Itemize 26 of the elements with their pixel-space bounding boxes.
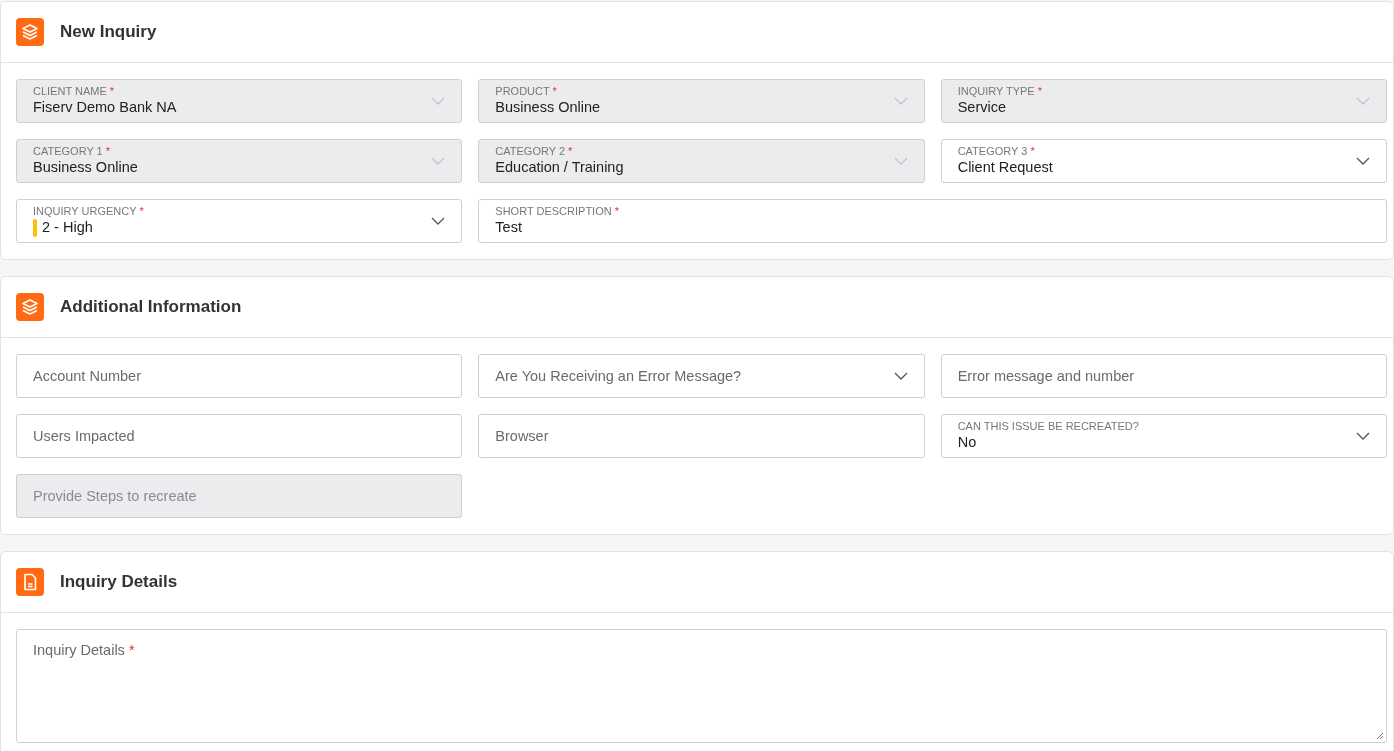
dropdown-field[interactable]: CAN THIS ISSUE BE RECREATED? No (940, 414, 1387, 458)
layers-icon (16, 18, 44, 46)
section-title: Additional Information (60, 297, 242, 317)
resize-grip-icon (1375, 731, 1384, 740)
section-title: New Inquiry (60, 22, 157, 42)
chevron-down-icon (893, 372, 908, 380)
chevron-down-icon (431, 217, 446, 225)
dropdown-field[interactable]: Are You Receiving an Error Message? (478, 354, 925, 398)
text-field[interactable]: Account Number (16, 354, 463, 398)
document-icon (16, 568, 44, 596)
chevron-down-icon (893, 157, 908, 165)
text-field[interactable]: Error message and number (940, 354, 1387, 398)
section-title: Inquiry Details (60, 572, 178, 592)
dropdown-field[interactable]: CATEGORY 3 * Client Request (940, 139, 1387, 183)
chevron-down-icon (431, 97, 446, 105)
chevron-down-icon (1356, 97, 1370, 105)
text-field[interactable]: Users Impacted (16, 414, 463, 458)
chevron-down-icon (1356, 432, 1370, 440)
chevron-down-icon (893, 97, 908, 105)
text-field[interactable]: SHORT DESCRIPTION * Test (478, 199, 1387, 243)
chevron-down-icon (1356, 157, 1370, 165)
chevron-down-icon (431, 157, 446, 165)
dropdown-field[interactable]: INQUIRY URGENCY * 2 - High (16, 199, 463, 243)
layers-icon (16, 293, 44, 321)
text-field[interactable]: Browser (478, 414, 925, 458)
text-area[interactable]: Inquiry Details * (16, 629, 1387, 743)
